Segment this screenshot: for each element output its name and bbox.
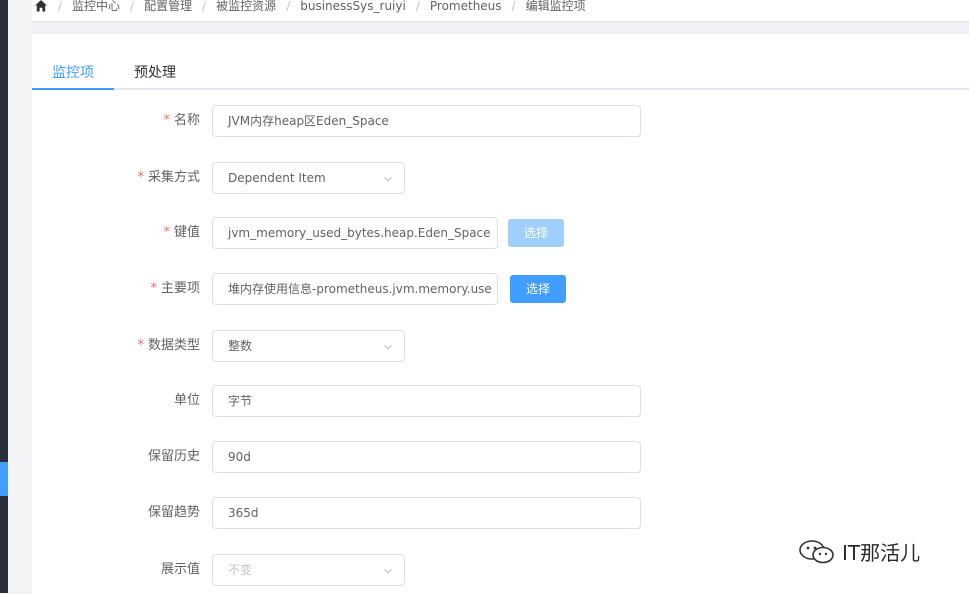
trends-input[interactable]: 365d bbox=[212, 497, 641, 529]
history-input[interactable]: 90d bbox=[212, 441, 641, 473]
form-row-collect-method: * 采集方式 Dependent Item bbox=[32, 162, 969, 194]
collect-method-label: * 采集方式 bbox=[137, 170, 200, 185]
collect-method-value: Dependent Item bbox=[228, 171, 326, 185]
breadcrumb-item-system[interactable]: businessSys_ruiyi bbox=[300, 0, 406, 13]
required-mark: * bbox=[137, 170, 144, 185]
watermark-text: IT那活儿 bbox=[842, 541, 921, 565]
form-row-master-item: * 主要项 堆内存使用信息-prometheus.jvm.memory.use 选… bbox=[32, 273, 969, 305]
breadcrumb-item-monitor-center[interactable]: 监控中心 bbox=[72, 0, 120, 14]
required-mark: * bbox=[163, 113, 170, 128]
tab-active-indicator bbox=[32, 88, 114, 90]
unit-input[interactable]: 字节 bbox=[212, 385, 641, 417]
data-type-value: 整数 bbox=[228, 339, 253, 353]
breadcrumb-separator: / bbox=[286, 0, 291, 13]
breadcrumb-item-current: 编辑监控项 bbox=[525, 0, 586, 13]
data-type-select[interactable]: 整数 bbox=[212, 330, 405, 362]
required-mark: * bbox=[163, 225, 170, 240]
display-value-select[interactable]: 不变 bbox=[212, 554, 405, 586]
key-label: * 键值 bbox=[163, 225, 200, 240]
collect-method-select[interactable]: Dependent Item bbox=[212, 162, 405, 194]
form-row-key: * 键值 jvm_memory_used_bytes.heap.Eden_Spac… bbox=[32, 217, 969, 249]
history-label: 保留历史 bbox=[147, 449, 200, 464]
breadcrumb-separator: / bbox=[130, 0, 135, 13]
master-item-input[interactable]: 堆内存使用信息-prometheus.jvm.memory.use bbox=[212, 273, 498, 305]
required-mark: * bbox=[137, 338, 144, 353]
chevron-down-icon bbox=[384, 176, 392, 182]
master-item-select-button[interactable]: 选择 bbox=[510, 275, 566, 303]
name-input[interactable]: JVM内存heap区Eden_Space bbox=[212, 105, 641, 137]
edit-item-card: 监控项 预处理 * 名称 JVM内存heap区Eden_Space * 采集方式 D… bbox=[32, 34, 969, 594]
breadcrumb-item-config[interactable]: 配置管理 bbox=[144, 0, 192, 14]
key-select-button[interactable]: 选择 bbox=[508, 219, 564, 247]
tab-preprocessing[interactable]: 预处理 bbox=[134, 62, 176, 82]
required-mark: * bbox=[150, 281, 157, 296]
wechat-icon bbox=[799, 539, 834, 563]
form-row-name: * 名称 JVM内存heap区Eden_Space bbox=[32, 105, 969, 137]
page-gutter bbox=[8, 0, 32, 593]
display-value-value: 不变 bbox=[228, 563, 253, 577]
form-row-trends: 保留趋势 365d bbox=[32, 497, 969, 529]
sidebar-active-indicator bbox=[0, 462, 8, 496]
watermark: IT那活儿 bbox=[798, 537, 920, 566]
master-item-label: * 主要项 bbox=[150, 281, 200, 296]
key-input[interactable]: jvm_memory_used_bytes.heap.Eden_Space bbox=[212, 217, 498, 249]
chevron-down-icon bbox=[384, 344, 392, 350]
data-type-label: * 数据类型 bbox=[137, 338, 200, 353]
display-value-label: 展示值 bbox=[160, 562, 200, 577]
breadcrumb-separator: / bbox=[511, 0, 516, 13]
home-icon[interactable] bbox=[34, 0, 48, 13]
trends-label: 保留趋势 bbox=[147, 505, 200, 520]
tab-bar: 监控项 预处理 bbox=[32, 54, 969, 90]
form-row-data-type: * 数据类型 整数 bbox=[32, 330, 969, 362]
breadcrumb: / 监控中心 / 配置管理 / 被监控资源 / businessSys_ruiy… bbox=[32, 0, 969, 22]
breadcrumb-separator: / bbox=[58, 0, 63, 13]
breadcrumb-item-prometheus[interactable]: Prometheus bbox=[430, 0, 502, 13]
chevron-down-icon bbox=[384, 568, 392, 574]
form-row-history: 保留历史 90d bbox=[32, 441, 969, 473]
breadcrumb-separator: / bbox=[415, 0, 420, 13]
tab-monitor-item[interactable]: 监控项 bbox=[52, 62, 94, 82]
name-label: * 名称 bbox=[163, 113, 200, 128]
breadcrumb-item-resources[interactable]: 被监控资源 bbox=[216, 0, 276, 14]
breadcrumb-separator: / bbox=[202, 0, 207, 13]
sidebar-rail bbox=[0, 0, 8, 593]
form-row-unit: 单位 字节 bbox=[32, 385, 969, 417]
unit-label: 单位 bbox=[173, 393, 200, 408]
